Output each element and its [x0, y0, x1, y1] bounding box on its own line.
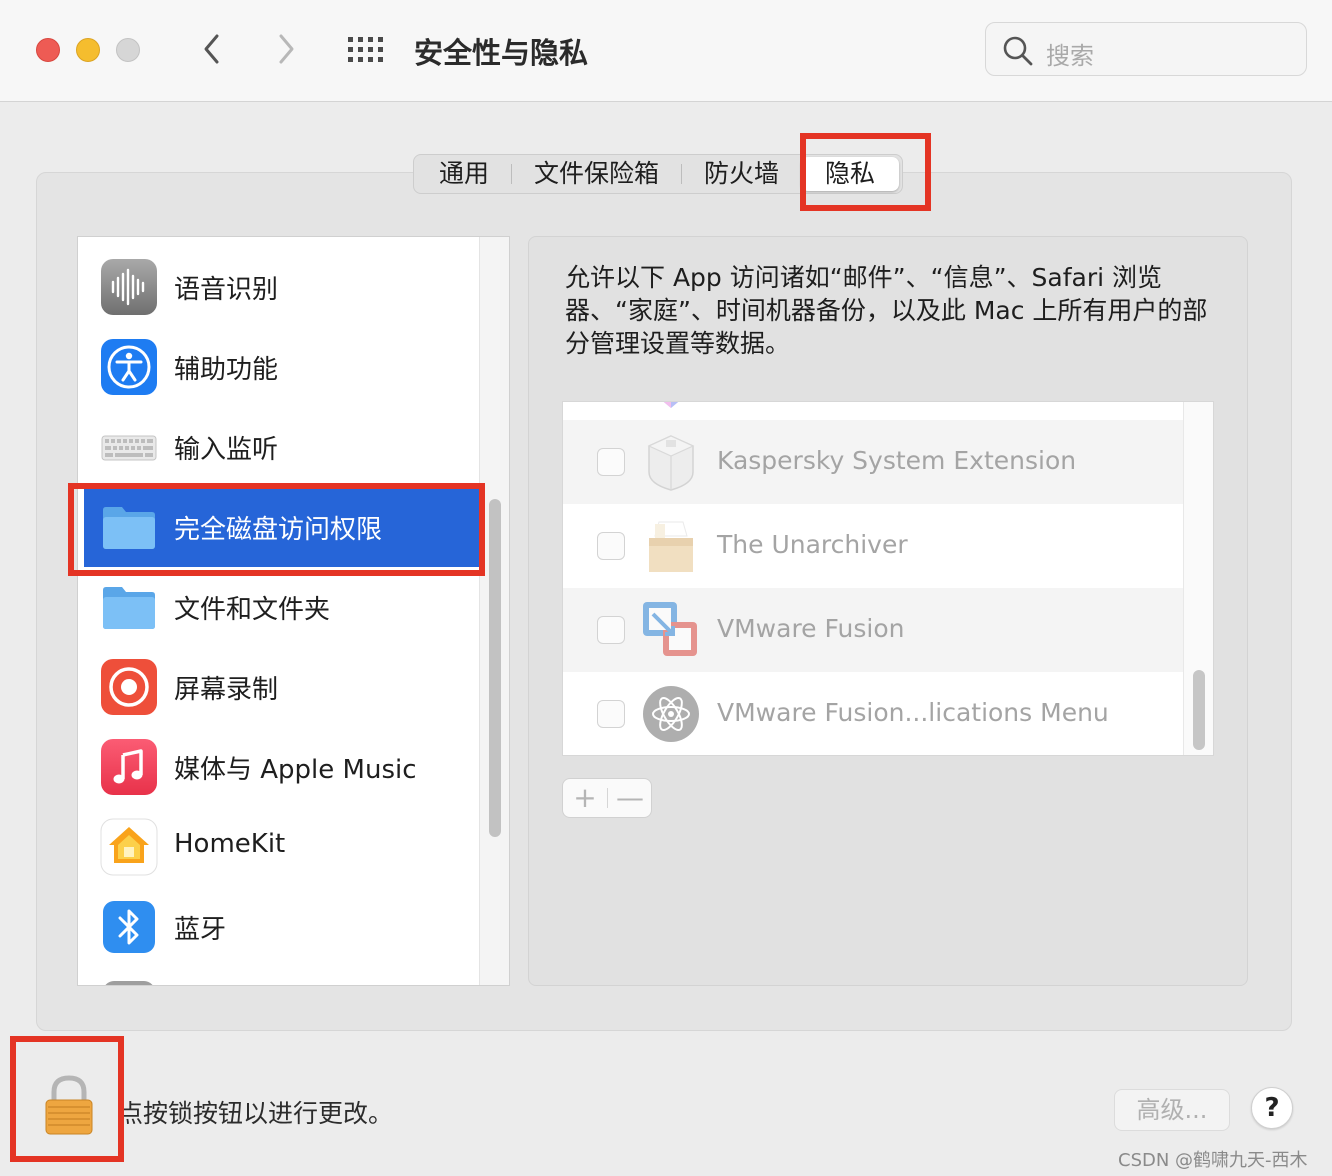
- accessibility-icon: [101, 339, 157, 395]
- minimize-window-button[interactable]: [76, 38, 100, 62]
- sidebar-item-accessibility[interactable]: 辅助功能: [78, 327, 480, 407]
- app-icon: [663, 402, 679, 408]
- search-field[interactable]: 搜索: [985, 22, 1307, 76]
- home-icon: [100, 818, 158, 876]
- back-arrow-icon[interactable]: [198, 30, 226, 68]
- sidebar-item-partial[interactable]: [78, 967, 480, 985]
- app-access-list[interactable]: Kaspersky System Extension The Unarchive…: [562, 401, 1214, 756]
- close-window-button[interactable]: [36, 38, 60, 62]
- watermark-text: CSDN @鹤啸九天-西木: [1118, 1150, 1308, 1171]
- privacy-tab-highlight: [800, 133, 931, 211]
- unarchiver-icon: [649, 521, 693, 572]
- app-name: VMware Fusion: [717, 614, 905, 643]
- sidebar-item-label: 媒体与 Apple Music: [174, 755, 417, 785]
- sidebar-scrollbar[interactable]: [479, 237, 509, 985]
- sidebar-item-input-monitoring[interactable]: 输入监听: [78, 407, 480, 487]
- app-icon: [105, 981, 153, 985]
- zoom-window-button[interactable]: [116, 38, 140, 62]
- app-list-scroll-thumb[interactable]: [1193, 670, 1205, 750]
- show-all-grid-icon[interactable]: [347, 36, 385, 64]
- app-list-scrollbar[interactable]: [1183, 402, 1213, 755]
- tab-filevault[interactable]: 文件保险箱: [512, 157, 681, 191]
- screen-record-icon: [101, 659, 157, 715]
- help-button[interactable]: ?: [1251, 1087, 1293, 1129]
- add-app-button[interactable]: +: [563, 779, 607, 817]
- app-checkbox[interactable]: [597, 448, 625, 476]
- search-icon: [1003, 36, 1033, 66]
- sidebar-item-bluetooth[interactable]: 蓝牙: [78, 887, 480, 967]
- sidebar-item-label: 语音识别: [174, 275, 279, 305]
- app-checkbox[interactable]: [597, 700, 625, 728]
- full-disk-access-highlight: [68, 483, 485, 576]
- waveform-icon: [101, 259, 157, 315]
- app-checkbox[interactable]: [597, 616, 625, 644]
- app-name: Kaspersky System Extension: [717, 446, 1077, 475]
- sidebar-item-label: 辅助功能: [174, 355, 279, 385]
- keyboard-icon: [101, 435, 157, 461]
- list-item[interactable]: The Unarchiver: [563, 504, 1185, 588]
- add-remove-control: + —: [562, 778, 652, 818]
- music-icon: [101, 739, 157, 795]
- privacy-detail-pane: 允许以下 App 访问诸如“邮件”、“信息”、Safari 浏览器、“家庭”、时…: [528, 236, 1248, 986]
- vmware-menu-icon: [643, 686, 699, 742]
- list-item[interactable]: Kaspersky System Extension: [563, 420, 1185, 504]
- sidebar-item-label: 屏幕录制: [174, 675, 279, 705]
- tab-general[interactable]: 通用: [417, 157, 511, 191]
- sidebar-scroll-thumb[interactable]: [489, 499, 501, 837]
- sidebar-item-files-and-folders[interactable]: 文件和文件夹: [78, 567, 480, 647]
- app-name: The Unarchiver: [717, 530, 908, 559]
- title-bar: 安全性与隐私 搜索: [0, 0, 1332, 102]
- sidebar-item-label: 蓝牙: [174, 915, 227, 945]
- privacy-description: 允许以下 App 访问诸如“邮件”、“信息”、Safari 浏览器、“家庭”、时…: [565, 263, 1208, 358]
- sidebar-item-label: 文件和文件夹: [174, 595, 331, 625]
- forward-arrow-icon[interactable]: [272, 30, 300, 68]
- sidebar-item-label: HomeKit: [174, 829, 286, 859]
- folder-icon: [103, 587, 155, 629]
- lock-highlight: [10, 1036, 124, 1162]
- sidebar-item-label: 输入监听: [174, 435, 279, 465]
- list-item[interactable]: [563, 402, 1185, 420]
- privacy-category-list[interactable]: 语音识别 辅助功能 输入监听 完全磁盘访问权限 文件和文件夹 屏幕录制 媒体与 …: [77, 236, 510, 986]
- sidebar-item-media-apple-music[interactable]: 媒体与 Apple Music: [78, 727, 480, 807]
- remove-app-button[interactable]: —: [608, 779, 652, 817]
- search-placeholder: 搜索: [1046, 42, 1094, 70]
- list-item[interactable]: VMware Fusion...lications Menu: [563, 672, 1185, 755]
- sidebar-item-screen-recording[interactable]: 屏幕录制: [78, 647, 480, 727]
- window-title: 安全性与隐私: [414, 36, 589, 70]
- sidebar-item-homekit[interactable]: HomeKit: [78, 807, 480, 887]
- sidebar-item-speech-recognition[interactable]: 语音识别: [78, 247, 480, 327]
- tab-firewall[interactable]: 防火墙: [682, 157, 801, 191]
- lock-hint-text: 点按锁按钮以进行更改。: [118, 1099, 394, 1128]
- advanced-button[interactable]: 高级...: [1114, 1089, 1230, 1131]
- app-name: VMware Fusion...lications Menu: [717, 698, 1109, 727]
- app-checkbox[interactable]: [597, 532, 625, 560]
- kaspersky-icon: [647, 435, 695, 491]
- bluetooth-icon: [103, 901, 155, 953]
- list-item[interactable]: VMware Fusion: [563, 588, 1185, 672]
- vmware-icon: [643, 602, 697, 656]
